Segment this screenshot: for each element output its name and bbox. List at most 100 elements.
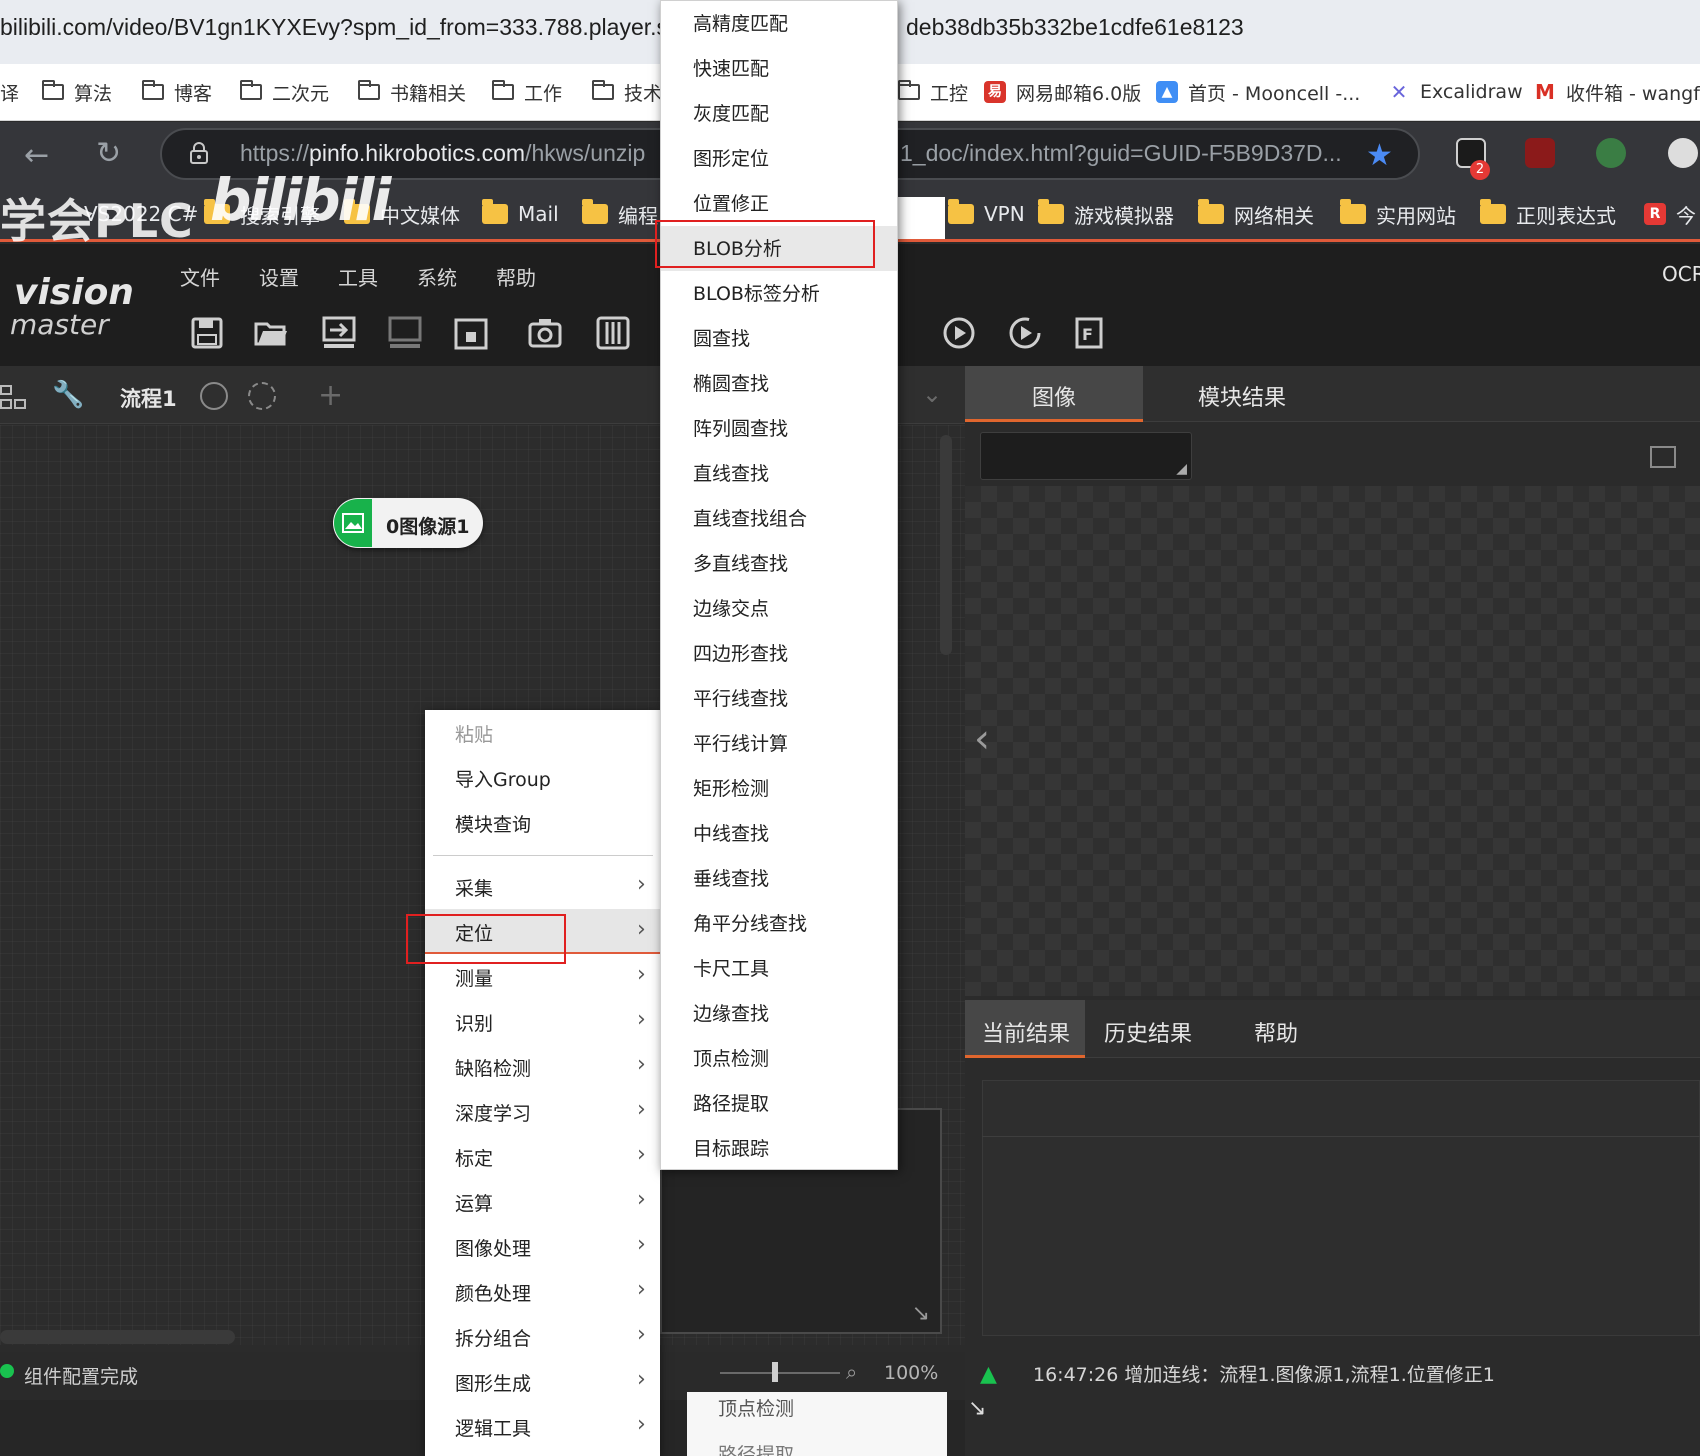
import-icon[interactable] [322,316,356,350]
submenu-item[interactable]: 矩形检测 [661,766,897,811]
outer-bookmark[interactable]: 技术 [592,76,662,108]
tab-history-result[interactable]: 历史结果 [1104,1016,1192,1048]
submenu-item[interactable]: 椭圆查找 [661,361,897,406]
menu-item-recognize[interactable]: 识别 › [425,999,660,1044]
inner-bookmark[interactable]: 实用网站 [1340,198,1456,230]
save-icon[interactable] [190,316,224,350]
submenu-item[interactable]: BLOB标签分析 [661,271,897,316]
submenu-item[interactable]: 角平分线查找 [661,901,897,946]
translate-icon[interactable] [1596,138,1626,168]
outer-bookmark[interactable]: 易网易邮箱6.0版 [984,76,1141,108]
outer-bookmark[interactable]: ▲ 首页 - Mooncell -... [1156,76,1360,108]
camera-icon[interactable] [528,316,562,350]
image-source-select[interactable]: ◢ [980,432,1192,480]
submenu-item[interactable]: 图形定位 [661,136,897,181]
lock-panel-icon[interactable] [454,316,488,350]
submenu-item[interactable]: 路径提取 [661,1081,897,1126]
reload-icon[interactable]: ↻ [96,136,121,171]
submenu-item[interactable]: 直线查找 [661,451,897,496]
outer-bookmark[interactable]: 二次元 [240,76,329,108]
inner-bookmark[interactable]: 编程 [582,198,658,230]
submenu-item[interactable]: 直线查找组合 [661,496,897,541]
controller-icon[interactable] [596,316,630,350]
submenu-item[interactable]: 边缘交点 [661,586,897,631]
submenu-item[interactable]: 高精度匹配 [661,1,897,46]
inner-bookmark[interactable]: 网络相关 [1198,198,1314,230]
tab-flow1[interactable]: 流程1 [120,383,177,413]
open-folder-icon[interactable] [254,316,288,350]
menu-item-logic-tools[interactable]: 逻辑工具 › [425,1404,660,1449]
profile-avatar-icon[interactable] [1668,138,1698,168]
back-arrow-icon[interactable]: ← [24,138,49,173]
zoom-slider-handle[interactable] [772,1362,778,1382]
chevron-down-icon[interactable]: ⌄ [922,380,942,408]
inner-bookmark[interactable]: 正则表达式 [1480,198,1616,230]
submenu-item[interactable]: 快速匹配 [661,46,897,91]
submenu-item[interactable]: 垂线查找 [661,856,897,901]
submenu-item[interactable]: 四边形查找 [661,631,897,676]
menu-system[interactable]: 系统 [417,262,457,291]
outer-bookmark[interactable]: 译 [0,76,19,108]
menu-item-color-processing[interactable]: 颜色处理 › [425,1269,660,1314]
layout-icon[interactable] [1650,446,1676,468]
menu-item-shape-generate[interactable]: 图形生成 › [425,1359,660,1404]
wrench-icon[interactable]: 🔧 [52,380,84,410]
menu-item-import-group[interactable]: 导入Group [425,755,660,800]
loop-flow-icon[interactable] [248,382,276,410]
zoom-magnifier-icon[interactable]: ⌕ [846,1360,857,1384]
run-flow-icon[interactable] [200,382,228,410]
submenu-item[interactable]: 边缘查找 [661,991,897,1036]
add-tab-button[interactable]: + [318,378,343,413]
menu-item-compute[interactable]: 运算 › [425,1179,660,1224]
outer-bookmark[interactable]: 算法 [42,76,112,108]
tab-image[interactable]: 图像 [1032,380,1076,412]
submenu-item[interactable]: 顶点检测 [661,1036,897,1081]
outer-bookmark[interactable]: M 收件箱 - wangfe [1534,76,1700,108]
outer-bookmark[interactable]: 博客 [142,76,212,108]
submenu-item[interactable]: 平行线计算 [661,721,897,766]
outer-bookmark[interactable]: 工作 [492,76,562,108]
menu-item-split-combine[interactable]: 拆分组合 › [425,1314,660,1359]
submenu-item[interactable]: 卡尺工具 [661,946,897,991]
bookmark-star-icon[interactable]: ★ [1366,138,1393,173]
submenu-item[interactable]: 阵列圆查找 [661,406,897,451]
tab-help[interactable]: 帮助 [1254,1016,1298,1048]
export-icon[interactable] [388,316,422,350]
menu-file[interactable]: 文件 [180,262,220,291]
submenu-item[interactable]: 灰度匹配 [661,91,897,136]
submenu-item[interactable]: 目标跟踪 [661,1126,897,1171]
run-loop-icon[interactable] [1008,316,1042,350]
menu-item-module-query[interactable]: 模块查询 [425,800,660,845]
canvas-vertical-scrollbar[interactable] [940,435,952,655]
menu-item-paste[interactable]: 粘贴 [425,710,660,755]
menu-settings[interactable]: 设置 [259,262,299,291]
outer-bookmark[interactable]: ✕ Excalidraw [1388,76,1523,108]
outer-bookmark[interactable]: 工控 [898,76,968,108]
tab-module-result[interactable]: 模块结果 [1198,380,1286,412]
inner-bookmark[interactable]: VPN [948,198,1025,230]
submenu-item[interactable]: 平行线查找 [661,676,897,721]
hierarchy-icon[interactable] [0,384,26,410]
submenu-item[interactable]: 圆查找 [661,316,897,361]
menu-item-acquire[interactable]: 采集 › [425,864,660,909]
menu-help[interactable]: 帮助 [496,262,536,291]
run-once-icon[interactable] [942,316,976,350]
inner-bookmark[interactable]: 游戏模拟器 [1038,198,1174,230]
tab-current-result[interactable]: 当前结果 [982,1016,1070,1048]
ublock-icon[interactable] [1525,138,1555,168]
zoom-slider-track[interactable] [720,1372,840,1374]
submenu-item[interactable]: 中线查找 [661,811,897,856]
inner-bookmark[interactable]: Mail [482,198,559,230]
canvas-horizontal-scrollbar[interactable] [0,1330,235,1344]
menu-item-calibrate[interactable]: 标定 › [425,1134,660,1179]
image-viewer[interactable] [965,486,1700,996]
script-icon[interactable]: F [1074,316,1108,350]
menu-item-deep-learning[interactable]: 深度学习 › [425,1089,660,1134]
inner-bookmark[interactable]: R今 [1644,198,1696,230]
menu-item-defect[interactable]: 缺陷检测 › [425,1044,660,1089]
outer-bookmark[interactable]: 书籍相关 [358,76,466,108]
resize-corner-icon[interactable]: ↘ [912,1301,930,1326]
chevron-left-icon[interactable]: ‹ [974,716,990,762]
menu-tools[interactable]: 工具 [338,262,378,291]
menu-item-image-processing[interactable]: 图像处理 › [425,1224,660,1269]
